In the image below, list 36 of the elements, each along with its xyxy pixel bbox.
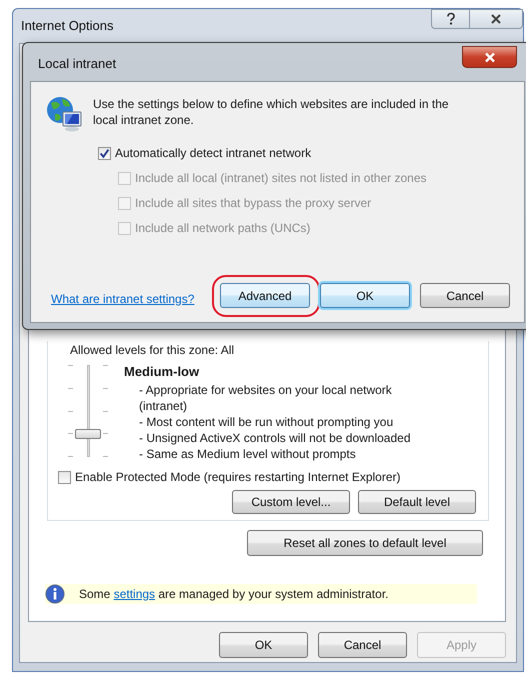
allowed-levels-label: Allowed levels for this zone: All	[70, 343, 236, 357]
slider-thumb[interactable]	[75, 429, 101, 439]
dialog-button[interactable]: Cancel	[420, 283, 510, 308]
level-button[interactable]: Default level	[358, 490, 476, 514]
close-icon	[490, 13, 502, 25]
option-checkbox[interactable]	[98, 146, 111, 160]
level-description-line: - Appropriate for websites on your local network (intranet)	[139, 382, 393, 414]
help-link[interactable]: What are intranet settings?	[51, 292, 194, 306]
level-description-line: - Most content will be run without prompting you	[139, 414, 394, 430]
intro-text: Use the settings below to define which websites are included in the local intranet zone.	[93, 96, 450, 129]
protected-mode-checkbox[interactable]	[58, 470, 71, 484]
option-label: Automatically detect intranet network	[115, 146, 312, 160]
help-button[interactable]	[431, 9, 469, 29]
option-label: Include all network paths (UNCs)	[135, 221, 310, 235]
dialog-button[interactable]: Cancel	[318, 632, 407, 658]
protected-mode-label: Enable Protected Mode (requires restarting Internet Explorer)	[75, 470, 400, 484]
close-button[interactable]	[462, 46, 517, 68]
help-icon	[444, 12, 456, 26]
dialog-button[interactable]: Advanced	[220, 283, 310, 308]
info-icon	[45, 584, 65, 604]
dialog-button[interactable]: OK	[320, 283, 410, 308]
level-description-line: - Same as Medium level without prompts	[139, 446, 357, 462]
settings-link[interactable]: settings	[114, 587, 156, 601]
option-label: Include all local (intranet) sites not listed in other zones	[135, 171, 426, 185]
security-level-slider[interactable]	[68, 365, 108, 457]
level-button[interactable]: Custom level...	[232, 490, 350, 514]
close-button[interactable]	[469, 9, 523, 29]
info-message: Some settings are managed by your system administrator.	[79, 587, 388, 601]
dialog-title: Local intranet	[37, 55, 116, 71]
dialog-button[interactable]: OK	[219, 632, 308, 658]
level-name: Medium-low	[124, 364, 200, 379]
option-label: Include all sites that bypass the proxy server	[135, 196, 372, 210]
close-icon	[484, 52, 496, 62]
level-description-line: - Unsigned ActiveX controls will not be downloaded	[139, 430, 412, 446]
reset-zones-button[interactable]: Reset all zones to default level	[247, 530, 483, 556]
window-title: Internet Options	[20, 17, 114, 33]
